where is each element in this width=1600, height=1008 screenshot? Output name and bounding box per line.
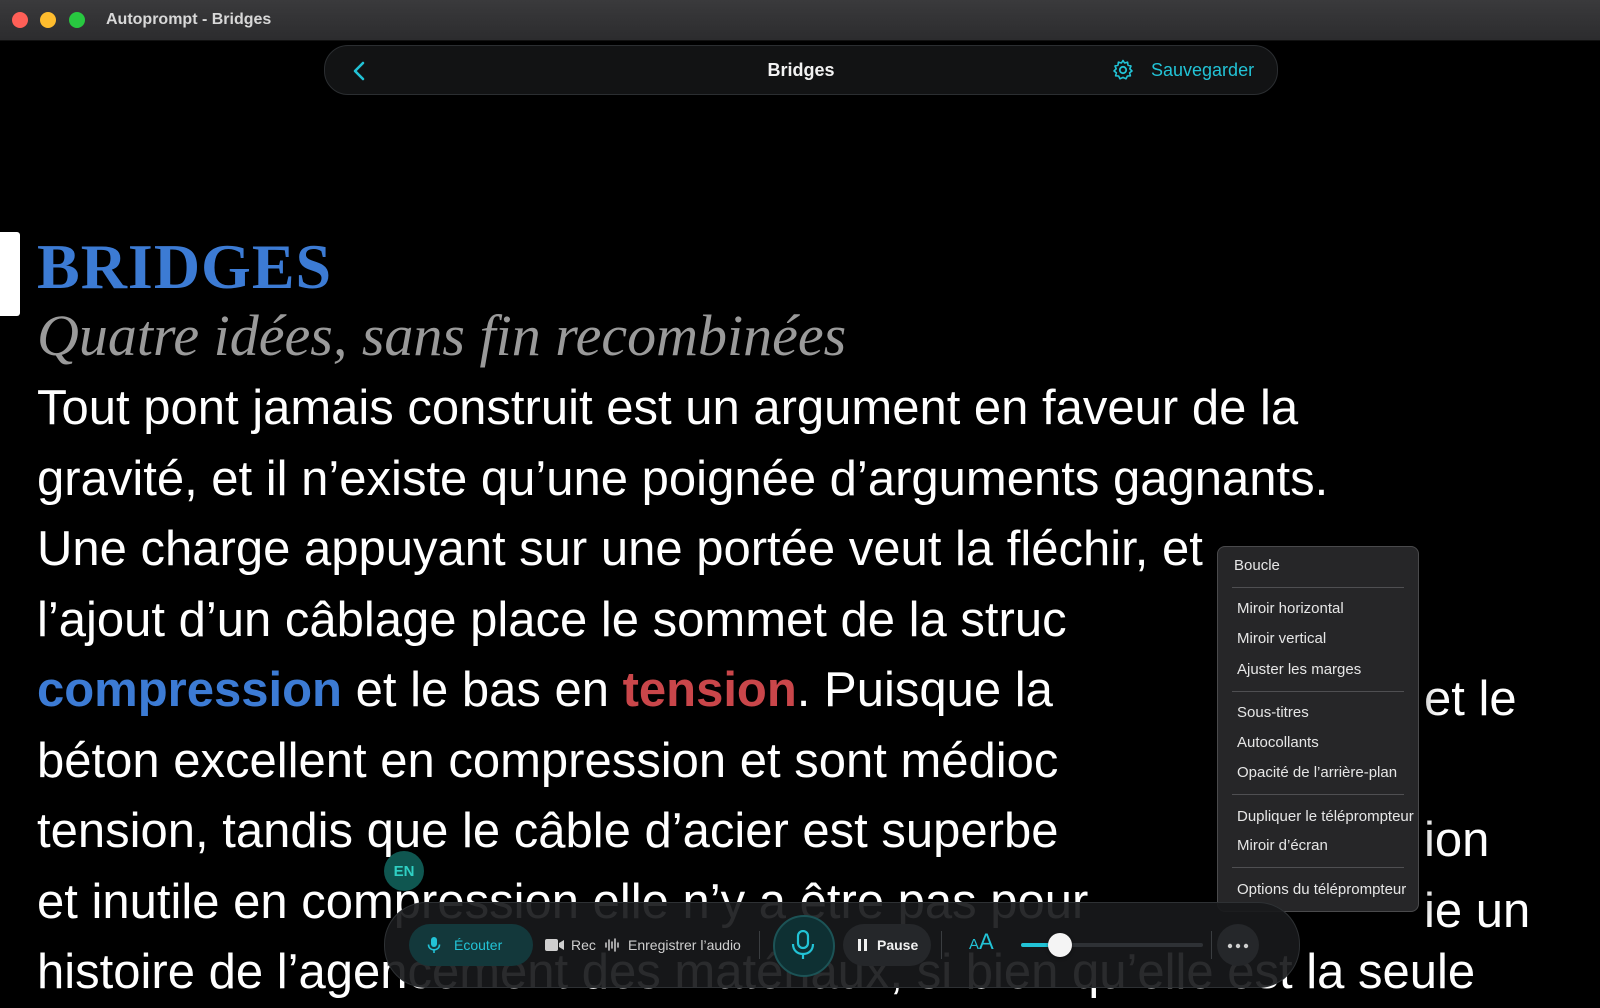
script-line-text: . Puisque la — [796, 663, 1053, 717]
record-audio-label: Enregistrer l’audio — [628, 937, 741, 953]
listen-label: Écouter — [454, 937, 503, 953]
settings-button[interactable] — [1111, 58, 1135, 82]
menu-item-loop[interactable]: Boucle — [1234, 557, 1280, 574]
microphone-button[interactable] — [773, 915, 835, 977]
font-size-small: A — [969, 936, 980, 953]
listen-button[interactable]: Écouter — [409, 924, 533, 966]
script-line: Tout pont jamais construit est un argume… — [37, 381, 1299, 435]
script-overflow-right: et le ion ie un — [1424, 664, 1530, 946]
menu-item-mirror-horizontal[interactable]: Miroir horizontal — [1237, 600, 1344, 617]
save-button[interactable]: Sauvegarder — [1151, 60, 1254, 81]
menu-item-background-opacity[interactable]: Opacité de l’arrière-plan — [1237, 764, 1397, 781]
slider-thumb[interactable] — [1048, 933, 1073, 957]
speed-slider[interactable] — [1021, 933, 1203, 957]
teleprompter-options-menu: Boucle Miroir horizontal Miroir vertical… — [1217, 546, 1419, 912]
record-label: Rec — [571, 937, 596, 953]
menu-item-subtitles[interactable]: Sous-titres — [1237, 704, 1309, 721]
script-line-text: et le — [1424, 672, 1517, 726]
toolbar-divider — [941, 931, 942, 959]
script-line-text: ion — [1424, 813, 1490, 867]
gear-icon — [1113, 59, 1133, 80]
menu-item-adjust-margins[interactable]: Ajuster les marges — [1237, 661, 1361, 678]
editor-topbar: Bridges Sauvegarder — [324, 45, 1278, 95]
pause-button[interactable]: Pause — [843, 924, 931, 966]
menu-divider — [1232, 794, 1404, 795]
camera-icon — [545, 939, 564, 951]
menu-item-stickers[interactable]: Autocollants — [1237, 734, 1319, 751]
record-audio-button[interactable]: Enregistrer l’audio — [600, 924, 750, 966]
pause-icon — [858, 939, 867, 951]
font-size-big: A — [979, 929, 994, 954]
script-line-text: ie un — [1424, 883, 1531, 938]
toolbar-divider — [1211, 931, 1212, 959]
script-line-text: et le bas en — [341, 663, 623, 717]
pause-label: Pause — [877, 937, 919, 953]
more-options-button[interactable] — [1217, 924, 1259, 966]
menu-item-teleprompter-options[interactable]: Options du téléprompteur — [1237, 881, 1406, 898]
mic-icon — [791, 930, 815, 959]
keyword-compression: compression — [37, 663, 342, 717]
window-title: Autoprompt - Bridges — [106, 11, 272, 28]
menu-divider — [1232, 867, 1404, 868]
script-title: BRIDGES — [37, 231, 333, 302]
menu-divider — [1232, 691, 1404, 692]
window-titlebar: Autoprompt - Bridges — [0, 0, 1600, 41]
script-line-text: l’ajout d’un câblage place le sommet de … — [37, 592, 1067, 647]
more-icon — [1227, 943, 1249, 949]
menu-divider — [1232, 587, 1404, 588]
zoom-window-button[interactable] — [69, 12, 85, 28]
playback-controls: Écouter Rec Enregistrer l’audio Pause AA — [384, 902, 1300, 988]
font-size-icon[interactable]: AA — [969, 929, 994, 955]
menu-item-duplicate-teleprompter[interactable]: Dupliquer le téléprompteur — [1237, 808, 1414, 825]
menu-item-mirror-vertical[interactable]: Miroir vertical — [1237, 630, 1326, 647]
close-window-button[interactable] — [12, 12, 28, 28]
record-video-button[interactable]: Rec — [533, 924, 597, 966]
scroll-position-marker[interactable] — [0, 232, 20, 316]
mic-icon — [427, 937, 441, 953]
script-line: gravité, et il n’existe qu’une poignée d… — [37, 451, 1329, 506]
waveform-icon — [605, 938, 619, 952]
menu-item-screen-mirror[interactable]: Miroir d’écran — [1237, 837, 1328, 854]
language-chip[interactable]: EN — [384, 851, 424, 891]
minimize-window-button[interactable] — [40, 12, 56, 28]
script-subtitle: Quatre idées, sans fin recombinées — [37, 303, 847, 368]
keyword-tension: tension — [622, 663, 797, 717]
toolbar-divider — [759, 931, 760, 959]
